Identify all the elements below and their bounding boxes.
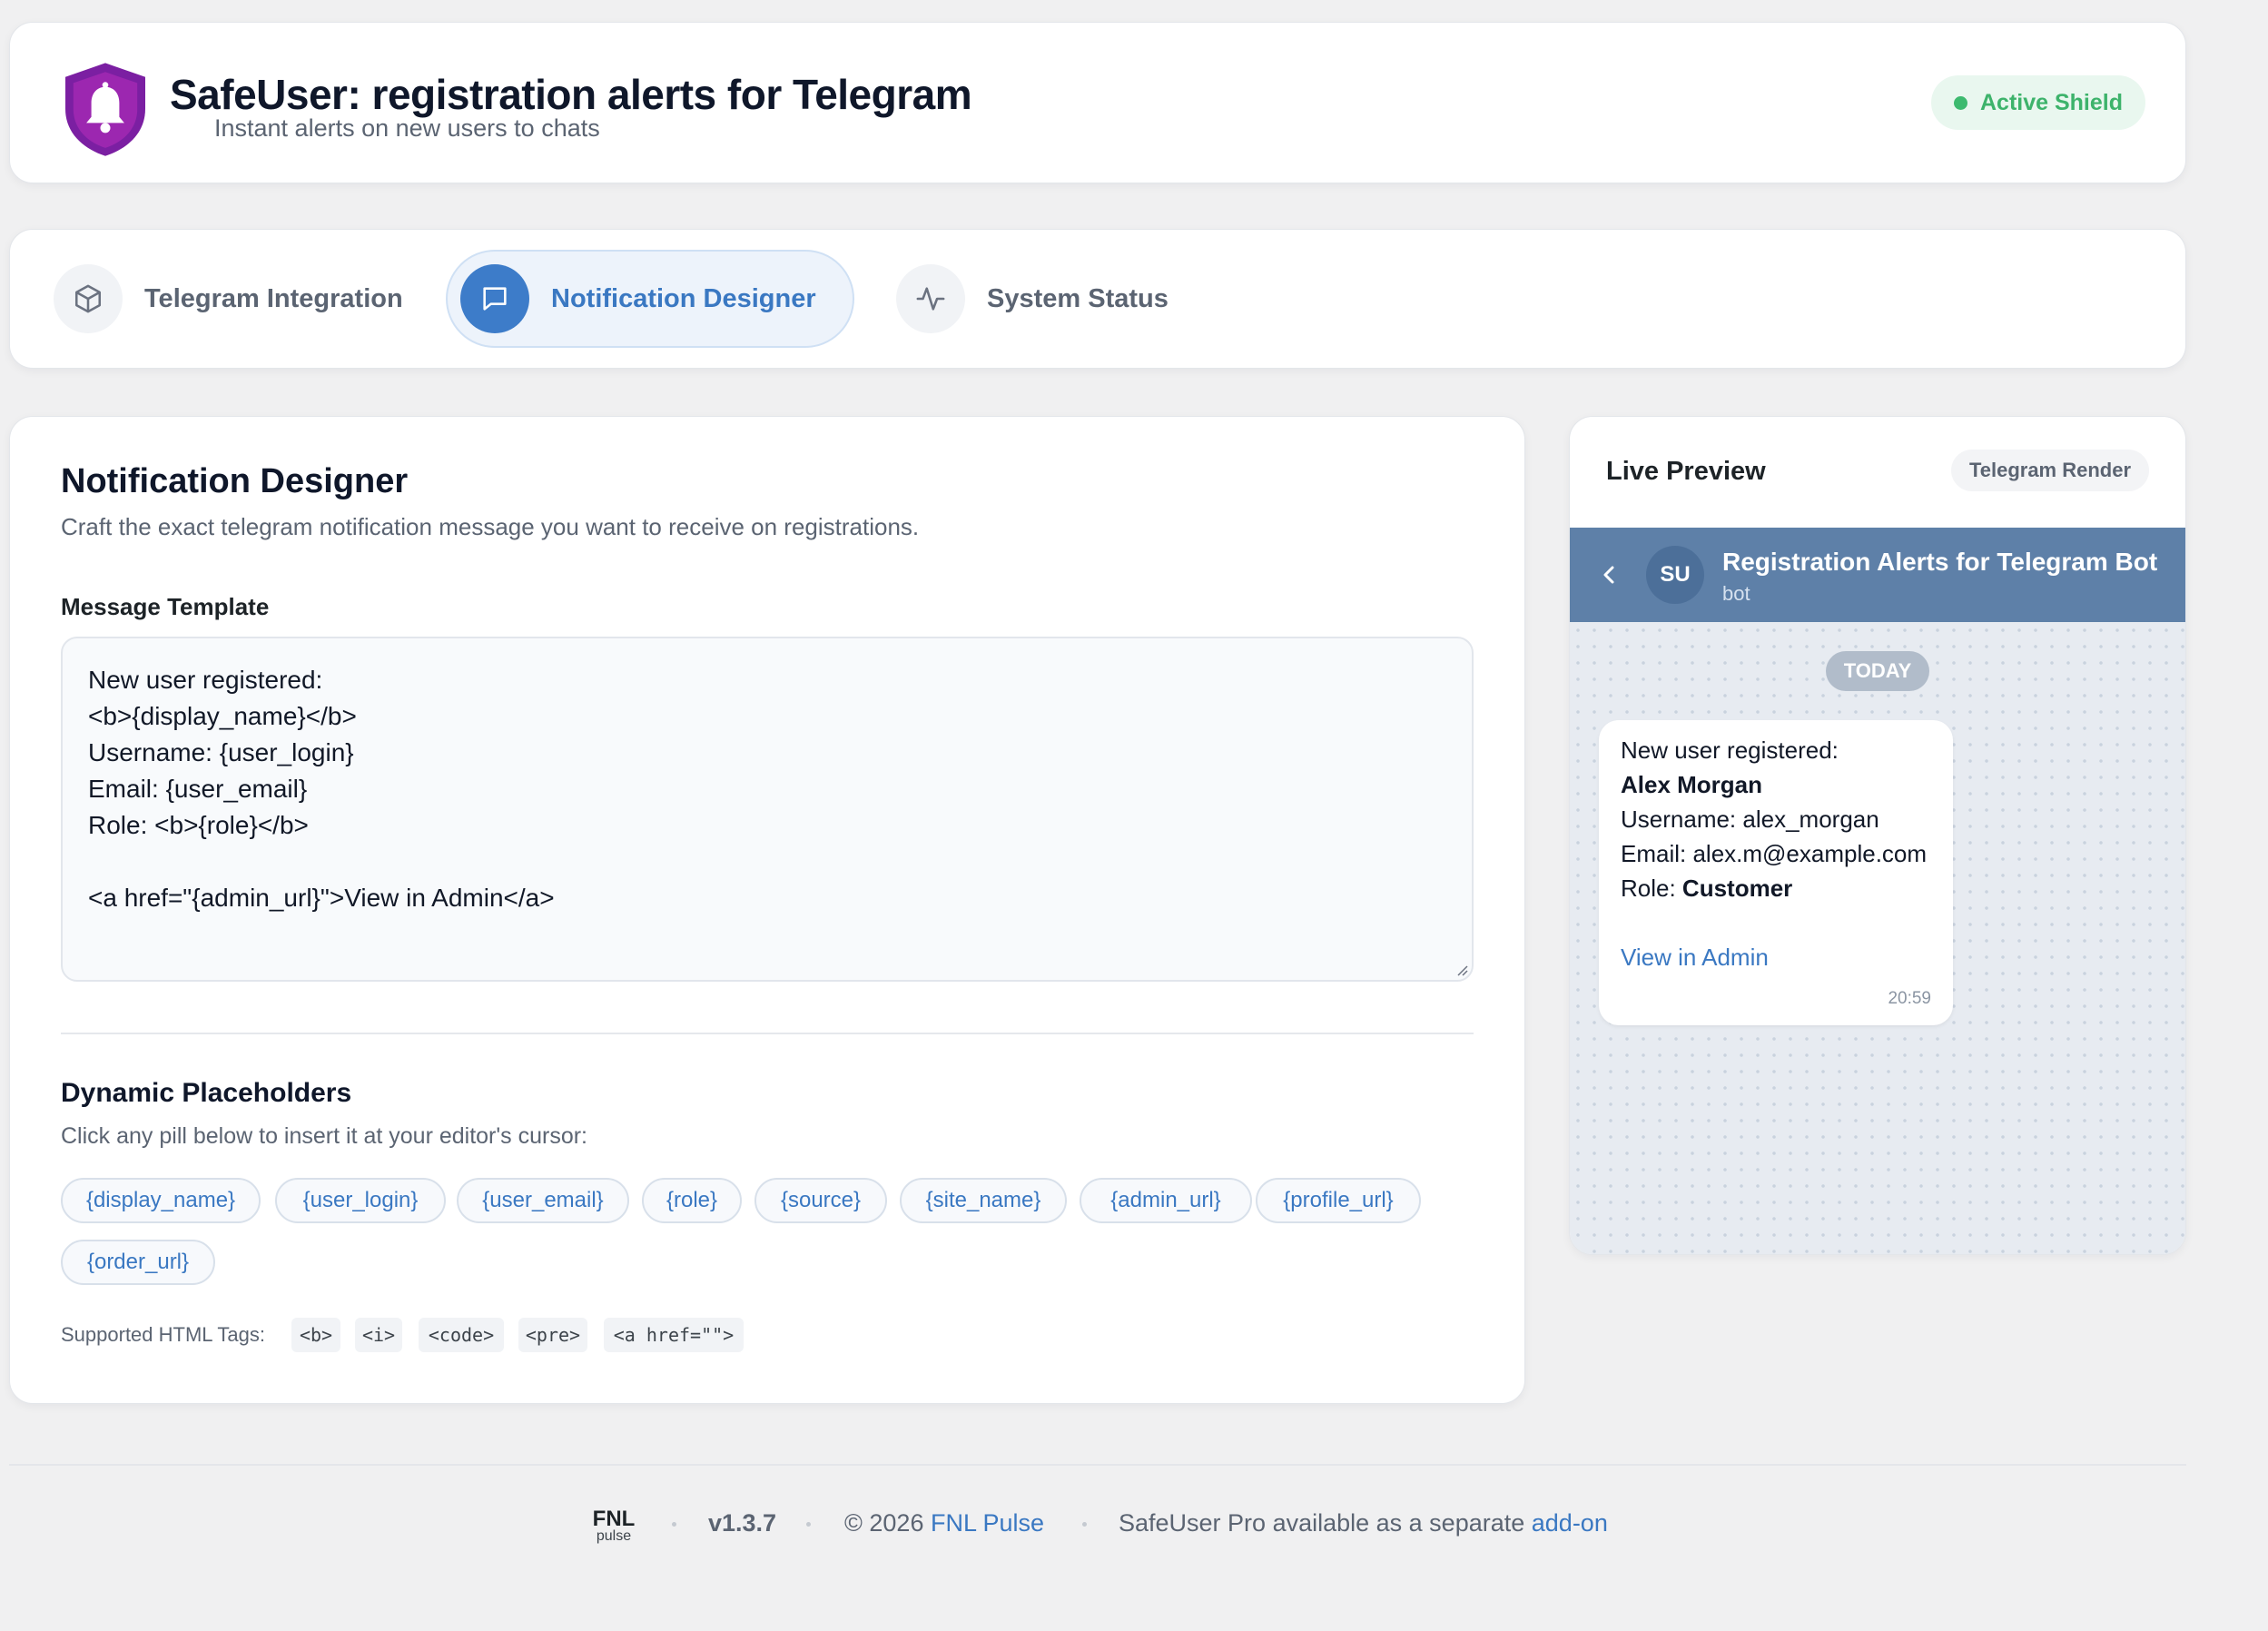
chat-bubble-icon	[460, 264, 529, 333]
footer: FNL pulse v1.3.7 © 2026 FNL Pulse SafeUs…	[0, 1498, 2268, 1553]
message-time: 20:59	[1888, 989, 1931, 1008]
tab-label: Notification Designer	[551, 283, 816, 313]
message-bubble: New user registered: Alex Morgan Usernam…	[1599, 720, 1953, 1025]
status-dot-icon	[1954, 95, 1967, 110]
placeholder-pill[interactable]: {site_name}	[900, 1178, 1067, 1223]
app-title: SafeUser: registration alerts for Telegr…	[170, 71, 972, 118]
tab-telegram-integration[interactable]: Telegram Integration	[41, 250, 422, 348]
role-value: Customer	[1681, 875, 1793, 902]
shield-bell-icon	[65, 63, 145, 156]
footer-divider	[9, 1464, 2186, 1466]
version-label: v1.3.7	[708, 1509, 777, 1537]
logo-text-top: FNL	[593, 1507, 636, 1531]
promo-prefix: SafeUser Pro available as a separate	[1119, 1509, 1532, 1537]
placeholders-hint: Click any pill below to insert it at you…	[61, 1123, 587, 1149]
message-line: Username: alex_morgan	[1621, 806, 1879, 833]
supported-tags-label: Supported HTML Tags:	[61, 1323, 266, 1346]
template-line	[88, 844, 1446, 880]
add-on-link[interactable]: add-on	[1532, 1509, 1608, 1537]
tab-label: System Status	[987, 283, 1169, 313]
template-line: Email: {user_email}	[88, 775, 308, 803]
template-line: New user registered:	[88, 666, 323, 694]
section-title: Notification Designer	[61, 462, 409, 500]
message-line: Email: alex.m@example.com	[1621, 840, 1928, 867]
separator-dot	[1082, 1522, 1087, 1527]
tab-notification-designer[interactable]: Notification Designer	[446, 250, 854, 348]
resize-grip-icon[interactable]	[1455, 964, 1468, 976]
separator-dot	[672, 1522, 676, 1527]
view-in-admin-link[interactable]: View in Admin	[1621, 940, 1931, 974]
divider	[61, 1033, 1474, 1034]
placeholder-pill[interactable]: {order_url}	[61, 1240, 215, 1285]
message-template-editor[interactable]: New user registered: <b>{display_name}</…	[61, 637, 1474, 982]
live-preview-card: Live Preview Telegram Render SU Registra…	[1569, 416, 2186, 1255]
section-description: Craft the exact telegram notification me…	[61, 513, 920, 540]
status-badge-label: Active Shield	[1980, 89, 2123, 115]
template-line: Role: <b>{role}</b>	[88, 811, 309, 839]
status-badge: Active Shield	[1931, 75, 2145, 130]
html-tag: <code>	[419, 1318, 504, 1352]
placeholder-pill[interactable]: {user_login}	[275, 1178, 446, 1223]
message-line: New user registered:	[1621, 736, 1839, 764]
fnl-pulse-logo: FNL pulse	[593, 1507, 636, 1544]
render-badge: Telegram Render	[1951, 450, 2149, 491]
bot-status: bot	[1722, 582, 1750, 605]
cube-icon	[54, 264, 123, 333]
preview-title: Live Preview	[1606, 457, 1766, 486]
template-line: <a href="{admin_url}">View in Admin</a>	[88, 884, 555, 912]
back-arrow-icon[interactable]	[1599, 560, 1619, 589]
placeholder-pill[interactable]: {display_name}	[61, 1178, 261, 1223]
template-line: Username: {user_login}	[88, 738, 354, 766]
copyright: © 2026 FNL Pulse	[844, 1509, 1044, 1537]
promo: SafeUser Pro available as a separate add…	[1119, 1509, 1608, 1537]
placeholder-pill[interactable]: {source}	[754, 1178, 887, 1223]
telegram-chat-header: SU Registration Alerts for Telegram Bot …	[1570, 528, 2185, 622]
tab-label: Telegram Integration	[144, 283, 403, 313]
date-separator: TODAY	[1826, 651, 1929, 691]
html-tag: <pre>	[518, 1318, 587, 1352]
placeholder-pill[interactable]: {user_email}	[457, 1178, 629, 1223]
activity-icon	[896, 264, 965, 333]
html-tag: <i>	[355, 1318, 402, 1352]
message-line: Alex Morgan	[1621, 767, 1931, 802]
html-tag: <a href="">	[604, 1318, 744, 1352]
placeholder-pill[interactable]: {profile_url}	[1256, 1178, 1421, 1223]
bot-avatar: SU	[1646, 546, 1704, 604]
app-subtitle: Instant alerts on new users to chats	[214, 114, 600, 142]
placeholders-title: Dynamic Placeholders	[61, 1078, 352, 1108]
copyright-prefix: © 2026	[844, 1509, 931, 1537]
separator-dot	[806, 1522, 811, 1527]
placeholder-pill[interactable]: {role}	[642, 1178, 742, 1223]
html-tag: <b>	[291, 1318, 340, 1352]
role-prefix: Role:	[1621, 875, 1682, 902]
template-label: Message Template	[61, 593, 270, 620]
tab-bar: Telegram Integration Notification Design…	[9, 229, 2186, 369]
message-line: Role: Customer	[1621, 871, 1931, 905]
logo-text-bottom: pulse	[597, 1528, 631, 1544]
bot-name: Registration Alerts for Telegram Bot	[1722, 548, 2158, 576]
template-line: <b>{display_name}</b>	[88, 702, 357, 730]
tab-system-status[interactable]: System Status	[883, 250, 1192, 348]
placeholder-pill[interactable]: {admin_url}	[1080, 1178, 1252, 1223]
display-name: Alex Morgan	[1621, 771, 1763, 798]
telegram-chat-area: TODAY New user registered: Alex Morgan U…	[1570, 622, 2185, 1254]
fnl-pulse-link[interactable]: FNL Pulse	[931, 1509, 1044, 1537]
header-card: SafeUser: registration alerts for Telegr…	[9, 22, 2186, 183]
notification-designer-card: Notification Designer Craft the exact te…	[9, 416, 1525, 1404]
